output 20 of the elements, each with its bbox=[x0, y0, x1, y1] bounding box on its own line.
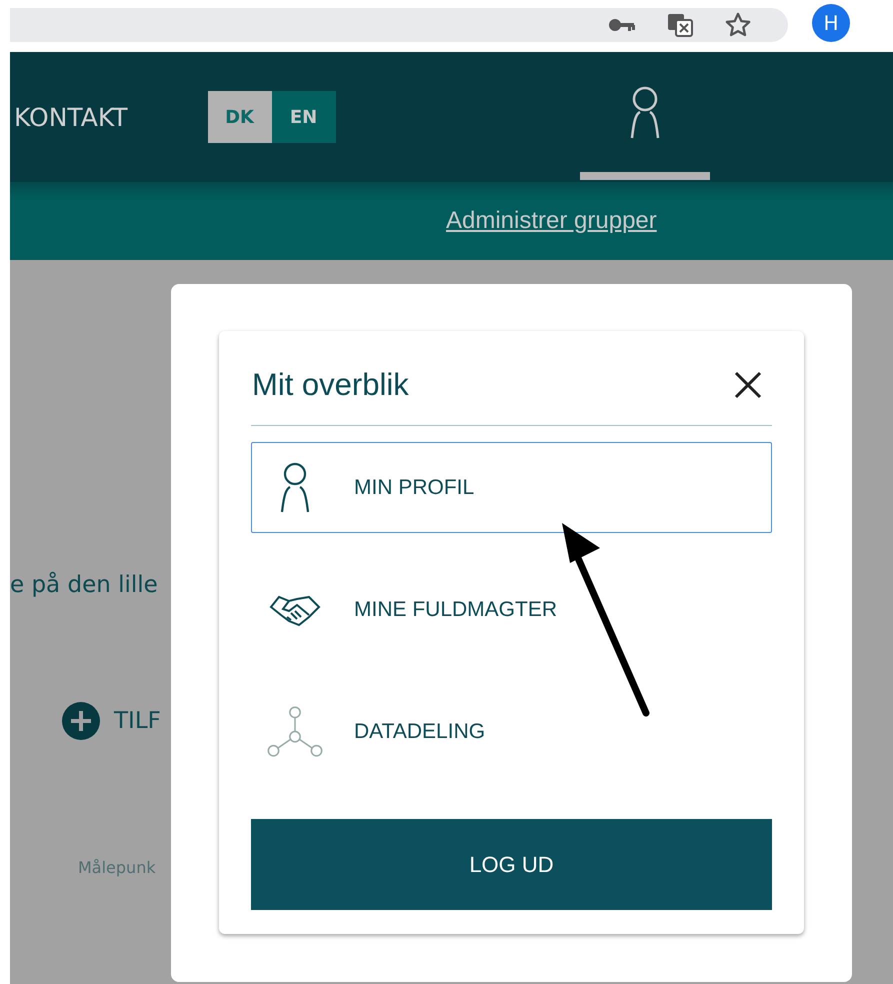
plus-icon[interactable] bbox=[62, 702, 100, 740]
body-text: e på den lille bbox=[10, 572, 159, 598]
close-icon[interactable] bbox=[734, 371, 762, 399]
menu-item[interactable]: MINE FULDMAGTER bbox=[251, 564, 772, 655]
star-icon[interactable] bbox=[724, 11, 752, 39]
translate-icon[interactable] bbox=[666, 12, 694, 38]
user-icon[interactable] bbox=[628, 86, 662, 140]
nav-link[interactable]: KONTAKT bbox=[14, 102, 128, 132]
logout-button[interactable]: LOG UD bbox=[251, 819, 772, 910]
address-bar[interactable] bbox=[10, 8, 788, 42]
menu-item[interactable]: MIN PROFIL bbox=[251, 442, 772, 533]
manage-groups-link[interactable]: Administrer grupper bbox=[446, 207, 657, 235]
language-tab[interactable]: EN bbox=[272, 91, 336, 143]
account-avatar[interactable]: H bbox=[812, 4, 850, 42]
key-icon[interactable] bbox=[608, 17, 636, 33]
network-icon bbox=[266, 704, 324, 760]
menu-item[interactable]: DATADELING bbox=[251, 686, 772, 777]
column-label: Målepunk bbox=[78, 858, 156, 877]
dialog-title: Mit overblik bbox=[252, 367, 409, 403]
add-button[interactable]: TILF bbox=[114, 708, 161, 734]
